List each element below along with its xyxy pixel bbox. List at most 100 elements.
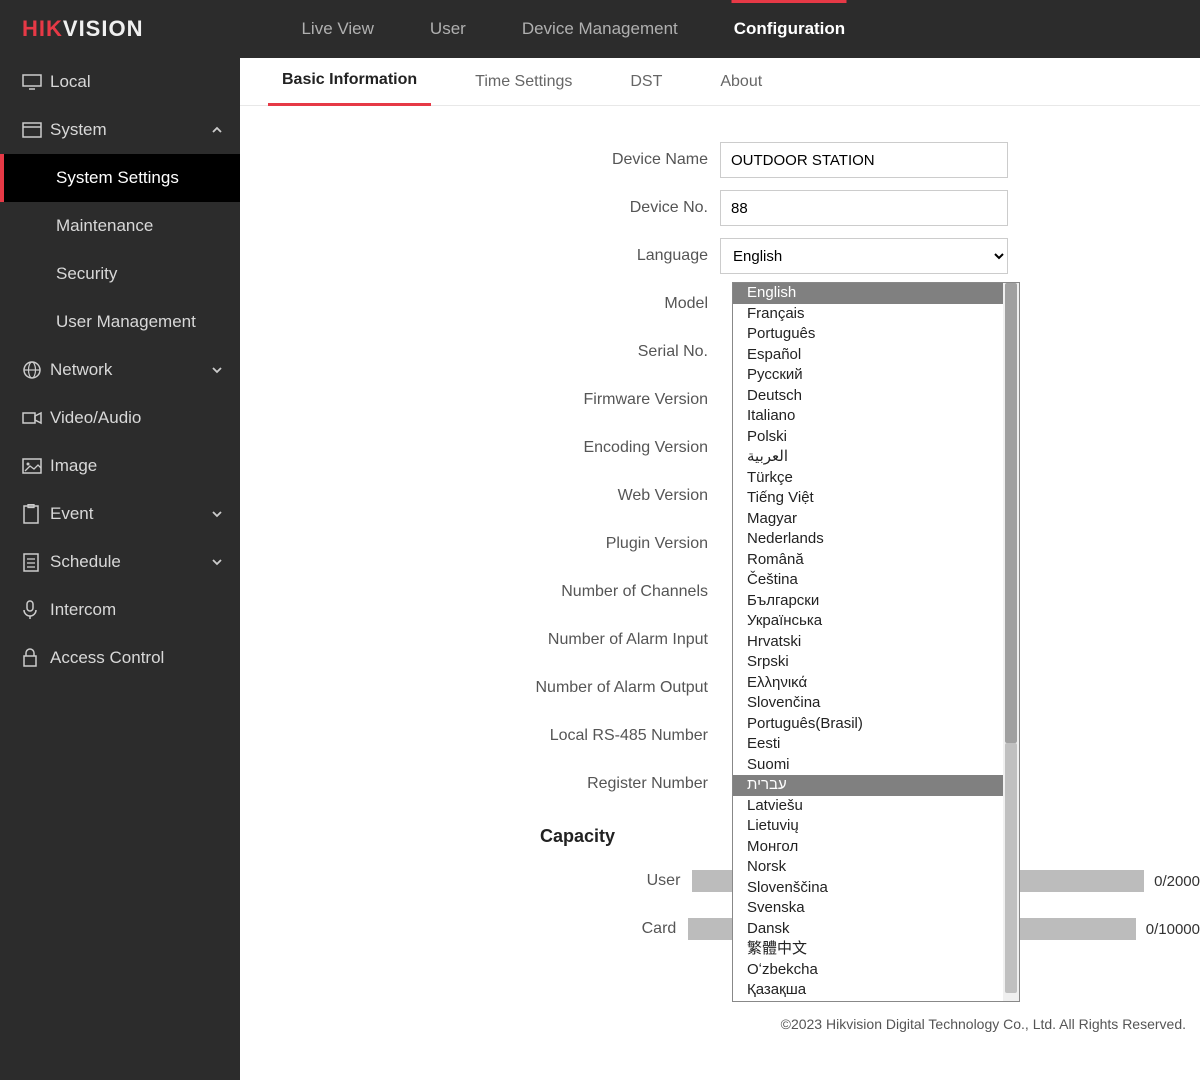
language-option[interactable]: العربية <box>733 447 1003 468</box>
language-select[interactable]: English <box>720 238 1008 274</box>
sidebar-item-label: Local <box>50 72 91 92</box>
model-label: Model <box>240 295 720 313</box>
language-option[interactable]: Slovenčina <box>733 693 1003 714</box>
language-option[interactable]: Nederlands <box>733 529 1003 550</box>
sidebar-item-image[interactable]: Image <box>0 442 240 490</box>
language-option[interactable]: Magyar <box>733 509 1003 530</box>
sub-tabs: Basic Information Time Settings DST Abou… <box>240 58 1200 106</box>
dropdown-scroll-thumb[interactable] <box>1005 283 1017 743</box>
mic-icon <box>22 600 50 620</box>
sidebar-item-access-control[interactable]: Access Control <box>0 634 240 682</box>
language-option[interactable]: Українська <box>733 611 1003 632</box>
sidebar-item-video-audio[interactable]: Video/Audio <box>0 394 240 442</box>
sidebar-item-local[interactable]: Local <box>0 58 240 106</box>
chevron-down-icon <box>210 555 224 569</box>
language-option[interactable]: Русский <box>733 365 1003 386</box>
tab-basic-information[interactable]: Basic Information <box>268 58 431 106</box>
language-option[interactable]: Română <box>733 550 1003 571</box>
language-option[interactable]: Ελληνικά <box>733 673 1003 694</box>
sidebar-item-label: Event <box>50 504 93 524</box>
language-option[interactable]: Lietuvių <box>733 816 1003 837</box>
tab-about[interactable]: About <box>706 58 776 106</box>
language-option[interactable]: Português <box>733 324 1003 345</box>
sidebar-item-system[interactable]: System <box>0 106 240 154</box>
dropdown-scroll-track-lower <box>1005 743 1017 993</box>
sidebar: Local System System Settings Maintenance… <box>0 58 240 1080</box>
language-option[interactable]: Slovenščina <box>733 878 1003 899</box>
language-option[interactable]: Čeština <box>733 570 1003 591</box>
channels-label: Number of Channels <box>240 583 720 601</box>
image-icon <box>22 458 50 474</box>
sidebar-item-schedule[interactable]: Schedule <box>0 538 240 586</box>
top-nav: Live View User Device Management Configu… <box>273 0 873 58</box>
sidebar-item-label: Schedule <box>50 552 121 572</box>
language-option[interactable]: Español <box>733 345 1003 366</box>
chevron-down-icon <box>210 507 224 521</box>
language-option[interactable]: Hrvatski <box>733 632 1003 653</box>
encoding-label: Encoding Version <box>240 439 720 457</box>
language-option[interactable]: Türkçe <box>733 468 1003 489</box>
sidebar-sub-security[interactable]: Security <box>0 250 240 298</box>
language-option[interactable]: English <box>733 283 1003 304</box>
alarm-input-label: Number of Alarm Input <box>240 631 720 649</box>
language-dropdown-list[interactable]: EnglishFrançaisPortuguêsEspañolРусскийDe… <box>732 282 1020 1002</box>
sidebar-item-label: Image <box>50 456 97 476</box>
language-option[interactable]: Tiếng Việt <box>733 488 1003 509</box>
topnav-user[interactable]: User <box>402 0 494 58</box>
dropdown-scrollbar[interactable] <box>1003 283 1019 1001</box>
language-option[interactable]: Монгол <box>733 837 1003 858</box>
register-number-label: Register Number <box>240 775 720 793</box>
language-option[interactable]: Norsk <box>733 857 1003 878</box>
topnav-device-management[interactable]: Device Management <box>494 0 706 58</box>
firmware-label: Firmware Version <box>240 391 720 409</box>
list-icon <box>22 552 50 572</box>
language-option[interactable]: Eesti <box>733 734 1003 755</box>
top-header: HIKVISION Live View User Device Manageme… <box>0 0 1200 58</box>
footer-copyright: ©2023 Hikvision Digital Technology Co., … <box>781 1016 1186 1032</box>
sidebar-sub-maintenance[interactable]: Maintenance <box>0 202 240 250</box>
capacity-card-label: Card <box>240 920 688 938</box>
capacity-card-value: 0/10000 <box>1146 921 1200 938</box>
plugin-version-label: Plugin Version <box>240 535 720 553</box>
logo-part-2: VISION <box>63 16 144 41</box>
language-dropdown-options: EnglishFrançaisPortuguêsEspañolРусскийDe… <box>733 283 1003 1001</box>
sidebar-item-intercom[interactable]: Intercom <box>0 586 240 634</box>
topnav-configuration[interactable]: Configuration <box>706 0 873 58</box>
sidebar-item-network[interactable]: Network <box>0 346 240 394</box>
chevron-down-icon <box>210 363 224 377</box>
language-option[interactable]: Français <box>733 304 1003 325</box>
language-option[interactable]: Oʻzbekcha <box>733 960 1003 981</box>
language-option[interactable]: Italiano <box>733 406 1003 427</box>
globe-icon <box>22 360 50 380</box>
web-version-label: Web Version <box>240 487 720 505</box>
language-option[interactable]: Latviešu <box>733 796 1003 817</box>
monitor-icon <box>22 74 50 90</box>
language-option[interactable]: Български <box>733 591 1003 612</box>
language-option[interactable]: Srpski <box>733 652 1003 673</box>
sidebar-item-label: System <box>50 120 107 140</box>
language-option[interactable]: Svenska <box>733 898 1003 919</box>
sidebar-item-label: Video/Audio <box>50 408 141 428</box>
sidebar-item-event[interactable]: Event <box>0 490 240 538</box>
capacity-user-label: User <box>240 872 692 890</box>
device-name-input[interactable] <box>720 142 1008 178</box>
device-name-label: Device Name <box>240 151 720 169</box>
topnav-live-view[interactable]: Live View <box>273 0 401 58</box>
main-panel: Device Name Device No. Language English … <box>240 106 1200 1080</box>
language-option[interactable]: עברית <box>733 775 1003 796</box>
language-option[interactable]: Suomi <box>733 755 1003 776</box>
media-icon <box>22 410 50 426</box>
logo-part-1: HIK <box>22 16 63 41</box>
language-option[interactable]: Deutsch <box>733 386 1003 407</box>
tab-time-settings[interactable]: Time Settings <box>461 58 586 106</box>
sidebar-item-label: Network <box>50 360 112 380</box>
language-option[interactable]: Dansk <box>733 919 1003 940</box>
language-option[interactable]: Polski <box>733 427 1003 448</box>
sidebar-sub-system-settings[interactable]: System Settings <box>0 154 240 202</box>
tab-dst[interactable]: DST <box>616 58 676 106</box>
language-option[interactable]: 繁體中文 <box>733 939 1003 960</box>
sidebar-sub-user-management[interactable]: User Management <box>0 298 240 346</box>
language-option[interactable]: Português(Brasil) <box>733 714 1003 735</box>
language-option[interactable]: Қазақша <box>733 980 1003 1001</box>
device-no-input[interactable] <box>720 190 1008 226</box>
